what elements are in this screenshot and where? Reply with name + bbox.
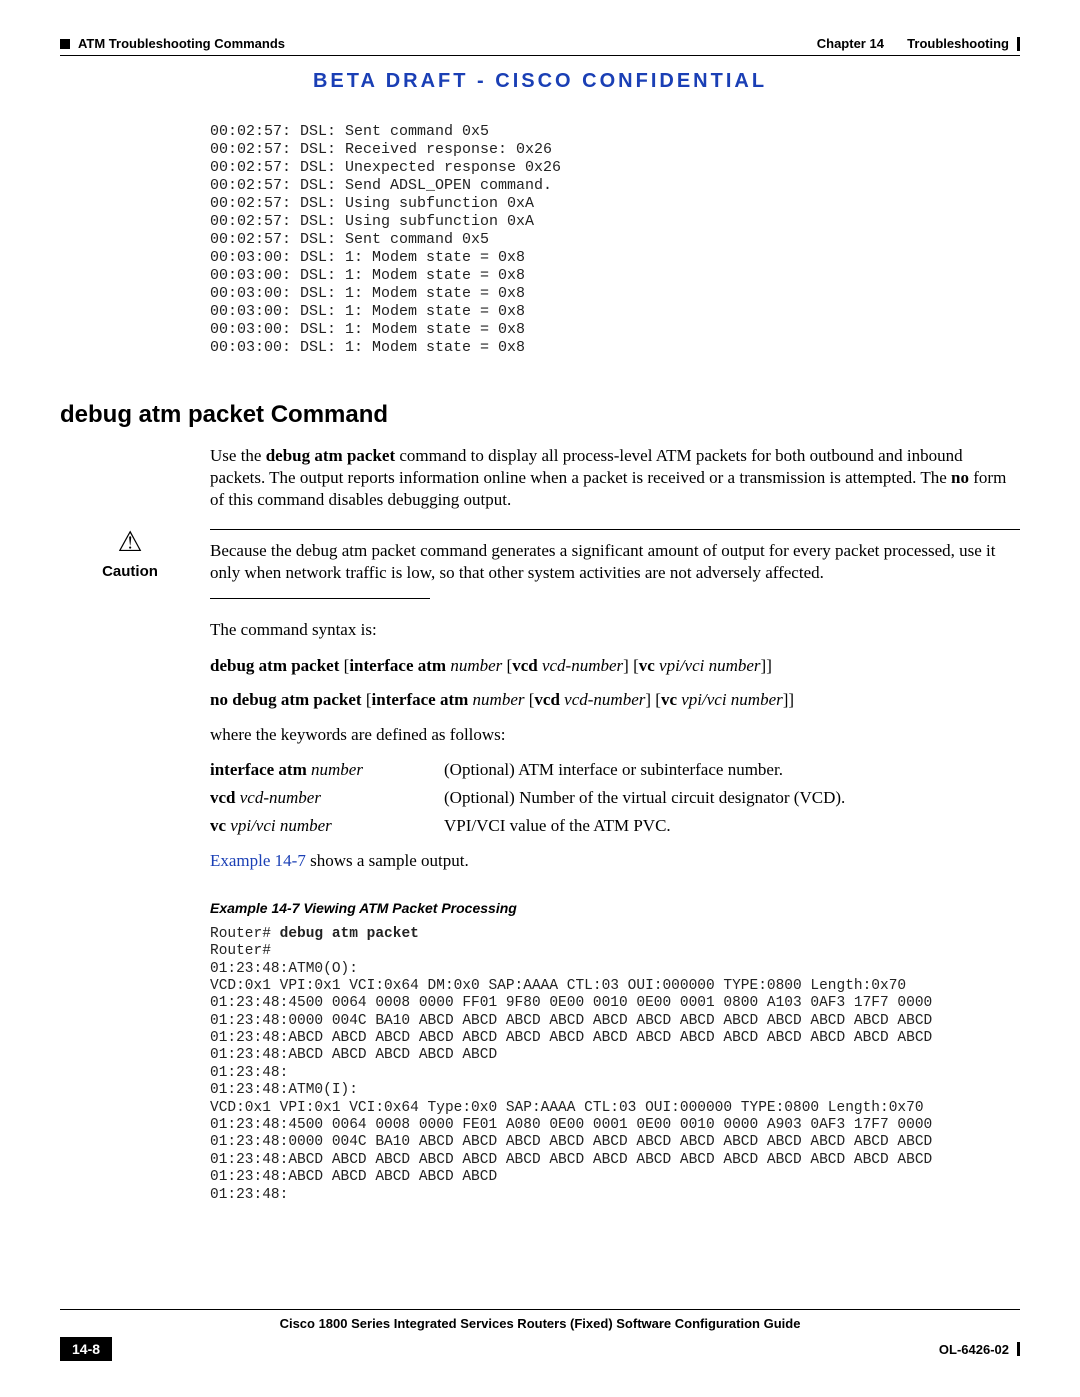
keyword-row: interface atm number(Optional) ATM inter… [210,760,1010,780]
caution-text: Because the debug atm packet command gen… [210,529,1020,584]
section-heading: debug atm packet Command [60,401,1020,429]
keyword-table: interface atm number(Optional) ATM inter… [210,760,1010,836]
console-command: debug atm packet [280,926,419,942]
caution-end-rule [210,598,430,599]
syntax-intro: The command syntax is: [210,619,1010,641]
header-divider [60,55,1020,56]
header-marker-icon [60,39,70,49]
log-output-block: 00:02:57: DSL: Sent command 0x5 00:02:57… [210,123,1020,357]
caution-label: Caution [102,563,158,580]
syntax-line: debug atm packet [interface atm number [… [210,656,1010,676]
footer-rule-icon [1017,1342,1020,1356]
header-chapter: Chapter 14 [817,36,884,51]
cmd-name: debug atm packet [266,446,395,465]
console-output: Router# debug atm packet Router# 01:23:4… [210,926,1010,1204]
keyword-description: (Optional) ATM interface or subinterface… [444,760,1010,780]
header-chapter-title: Troubleshooting [907,36,1009,51]
syntax-line: no debug atm packet [interface atm numbe… [210,690,1010,710]
keyword-row: vc vpi/vci number VPI/VCI value of the A… [210,816,1010,836]
header-section: ATM Troubleshooting Commands [78,36,285,51]
page-number: 14-8 [60,1337,112,1361]
page-footer: Cisco 1800 Series Integrated Services Ro… [60,1309,1020,1361]
intro-paragraph: Use the debug atm packet command to disp… [210,445,1010,511]
example-xref: Example 14-7 shows a sample output. [210,850,1010,872]
keyword-description: VPI/VCI value of the ATM PVC. [444,816,1010,836]
footer-book-title: Cisco 1800 Series Integrated Services Ro… [60,1316,1020,1331]
doc-number: OL-6426-02 [939,1342,1009,1357]
header-rule-icon [1017,37,1020,51]
no-keyword: no [951,468,969,487]
keyword-description: (Optional) Number of the virtual circuit… [444,788,1010,808]
example-title: Example 14-7 Viewing ATM Packet Processi… [210,900,1010,916]
warning-icon: ⚠ [117,529,142,557]
keywords-intro: where the keywords are defined as follow… [210,724,1010,746]
example-link[interactable]: Example 14-7 [210,851,306,870]
caution-block: ⚠ Caution Because the debug atm packet c… [60,529,1020,584]
keyword-row: vcd vcd-number(Optional) Number of the v… [210,788,1010,808]
running-header: ATM Troubleshooting Commands Chapter 14 … [60,36,1020,51]
confidential-banner: BETA DRAFT - CISCO CONFIDENTIAL [60,70,1020,93]
